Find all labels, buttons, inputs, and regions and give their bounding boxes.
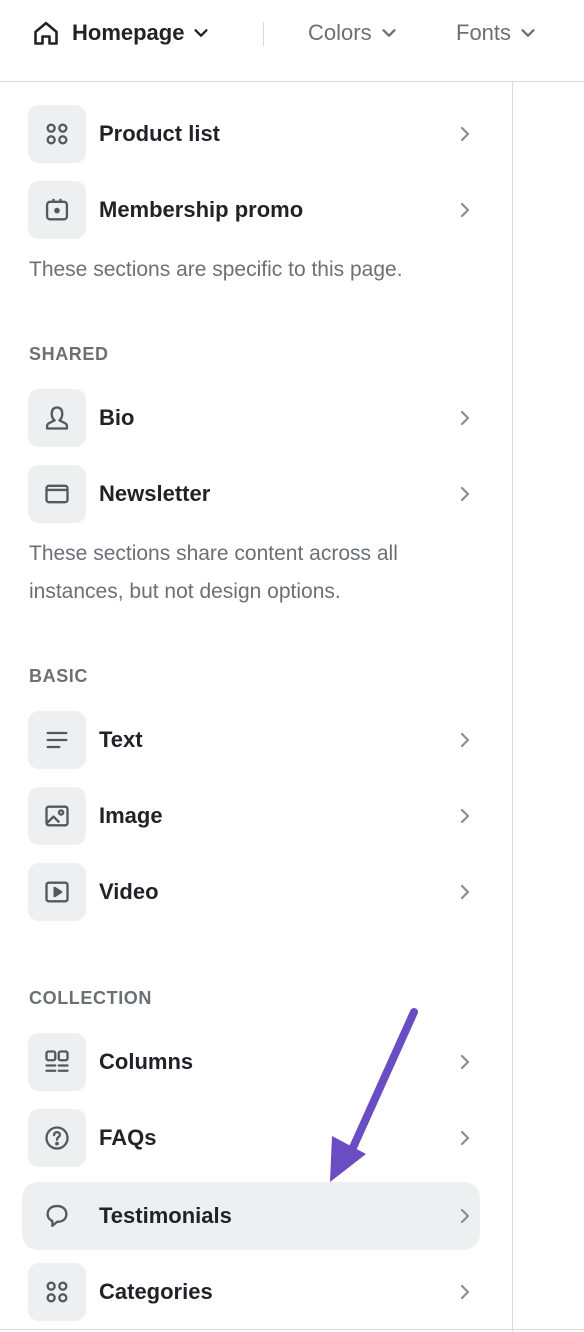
section-label: Text	[99, 727, 143, 752]
chevron-right-icon	[460, 1284, 470, 1300]
section-label: Image	[99, 803, 163, 828]
panel-divider	[512, 82, 513, 1332]
section-label: Columns	[99, 1049, 194, 1074]
section-membership-promo[interactable]: Membership promo	[22, 176, 480, 244]
mail-icon	[28, 465, 86, 523]
section-image[interactable]: Image	[22, 782, 480, 850]
chevron-right-icon	[460, 884, 470, 900]
chevron-down-icon	[382, 29, 396, 37]
speech-bubble-icon	[28, 1187, 86, 1245]
image-icon	[28, 787, 86, 845]
section-newsletter[interactable]: Newsletter	[22, 460, 480, 528]
chevron-right-icon	[460, 1208, 470, 1224]
bottom-border	[0, 1329, 584, 1330]
section-label: FAQs	[99, 1125, 157, 1150]
chevron-right-icon	[460, 1054, 470, 1070]
chevron-down-icon	[521, 29, 535, 37]
section-label: Video	[99, 879, 159, 904]
page-sections-note: These sections are specific to this page…	[29, 258, 403, 281]
section-testimonials[interactable]: Testimonials	[22, 1182, 480, 1250]
fonts-menu-label: Fonts	[456, 20, 512, 45]
collection-heading: COLLECTION	[29, 988, 152, 1008]
section-video[interactable]: Video	[22, 858, 480, 926]
basic-heading: BASIC	[29, 666, 89, 686]
section-label: Membership promo	[99, 197, 304, 222]
colors-menu-label: Colors	[308, 20, 372, 45]
section-product-list[interactable]: Product list	[22, 100, 480, 168]
section-label: Testimonials	[99, 1203, 232, 1228]
grid-icon	[28, 105, 86, 163]
fonts-menu[interactable]: Fonts	[456, 18, 537, 48]
person-icon	[28, 389, 86, 447]
section-label: Bio	[99, 405, 135, 430]
nav-divider	[263, 22, 264, 46]
section-label: Categories	[99, 1279, 213, 1304]
colors-menu[interactable]: Colors	[308, 18, 398, 48]
chevron-right-icon	[460, 1130, 470, 1146]
chevron-right-icon	[460, 732, 470, 748]
chevron-right-icon	[460, 410, 470, 426]
text-lines-icon	[28, 711, 86, 769]
page-selector-label: Homepage	[72, 20, 185, 45]
shared-heading: SHARED	[29, 344, 109, 364]
shared-note: These sections share content across all …	[29, 542, 398, 603]
page-selector[interactable]: Homepage	[32, 18, 210, 48]
section-label: Product list	[99, 121, 221, 146]
video-icon	[28, 863, 86, 921]
chevron-right-icon	[460, 808, 470, 824]
chevron-down-icon	[194, 29, 209, 37]
chevron-right-icon	[460, 486, 470, 502]
chevron-right-icon	[460, 126, 470, 142]
question-icon	[28, 1109, 86, 1167]
home-icon	[34, 21, 58, 45]
section-label: Newsletter	[99, 481, 211, 506]
promo-icon	[28, 181, 86, 239]
grid-icon	[28, 1263, 86, 1321]
columns-icon	[28, 1033, 86, 1091]
section-categories[interactable]: Categories	[22, 1258, 480, 1326]
annotation-arrow	[330, 1008, 418, 1182]
section-text[interactable]: Text	[22, 706, 480, 774]
top-bar: Homepage Colors Fonts	[0, 0, 584, 82]
chevron-right-icon	[460, 202, 470, 218]
section-bio[interactable]: Bio	[22, 384, 480, 452]
